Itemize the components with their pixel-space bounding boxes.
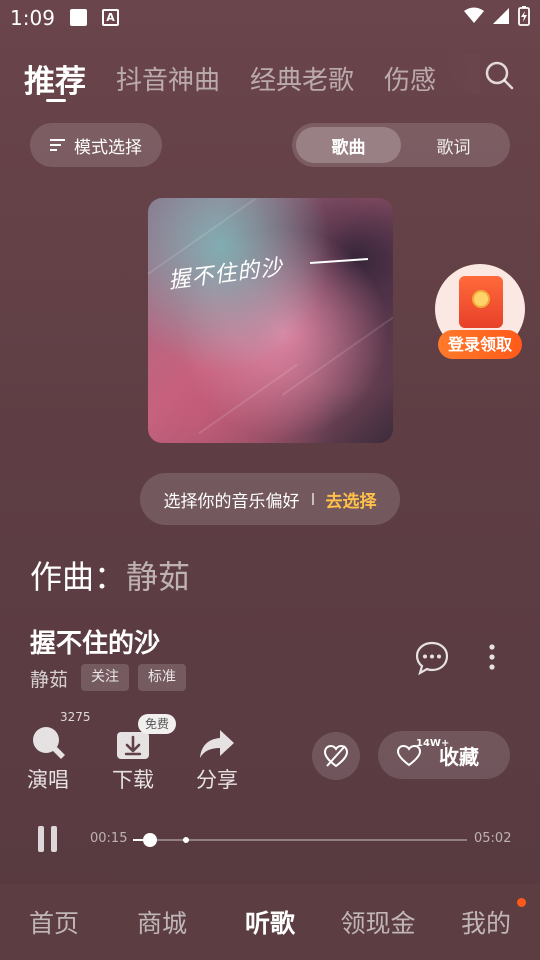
- search-icon[interactable]: [482, 58, 516, 92]
- composer-line: 作曲：静茹: [30, 552, 190, 598]
- composer-label: 作曲：: [30, 558, 127, 596]
- album-cover[interactable]: 握不住的沙: [148, 198, 393, 443]
- favorite-count: 14W+: [416, 738, 450, 749]
- nav-listen[interactable]: 听歌: [216, 904, 324, 940]
- toggle-lyrics[interactable]: 歌词: [401, 127, 506, 163]
- total-time: 05:02: [474, 831, 512, 846]
- song-title: 握不住的沙: [30, 629, 161, 659]
- comment-icon[interactable]: [414, 640, 450, 676]
- follow-tag[interactable]: 关注: [81, 664, 129, 691]
- tab-classic-oldies[interactable]: 经典老歌: [250, 60, 354, 97]
- more-vertical-icon[interactable]: [480, 642, 504, 674]
- dislike-button[interactable]: [312, 732, 360, 780]
- current-time: 00:15: [90, 831, 128, 846]
- quality-tag[interactable]: 标准: [138, 664, 186, 691]
- sing-label: 演唱: [27, 768, 69, 792]
- active-tab-indicator: [46, 99, 66, 102]
- status-time: 1:09: [10, 6, 55, 30]
- preference-link[interactable]: 去选择: [326, 487, 377, 512]
- nav-home-label: 首页: [28, 909, 79, 938]
- broken-heart-icon: [323, 744, 349, 768]
- cover-line: [310, 257, 368, 265]
- mode-select-button[interactable]: 模式选择: [30, 123, 162, 167]
- tab-sad[interactable]: 伤感: [384, 60, 436, 97]
- battery-charging-icon: [518, 6, 530, 26]
- sing-button[interactable]: 演唱: [13, 718, 83, 794]
- tab-douyin-hits[interactable]: 抖音神曲: [116, 60, 220, 97]
- nav-mine[interactable]: 我的: [432, 898, 540, 940]
- mode-select-label: 模式选择: [74, 137, 142, 158]
- status-icons: [464, 6, 530, 26]
- view-toggle: 歌曲 歌词: [292, 123, 510, 167]
- pause-bar: [38, 826, 44, 852]
- toggle-song[interactable]: 歌曲: [296, 127, 401, 163]
- song-artist[interactable]: 静茹: [30, 665, 68, 692]
- nav-cash-label: 领现金: [340, 909, 416, 938]
- nav-cash[interactable]: 领现金: [324, 904, 432, 940]
- pause-bar: [51, 826, 57, 852]
- red-packet-label[interactable]: 登录领取: [438, 330, 522, 359]
- cover-streak: [281, 302, 393, 396]
- nav-home[interactable]: 首页: [0, 904, 108, 940]
- nav-mall-label: 商城: [136, 909, 187, 938]
- filter-lines-icon: [50, 139, 65, 151]
- cover-streak: [198, 363, 298, 435]
- nav-mall[interactable]: 商城: [108, 904, 216, 940]
- microphone-icon: [33, 727, 65, 759]
- translate-icon: A: [102, 9, 119, 26]
- sing-count: 3275: [60, 710, 91, 724]
- progress-thumb[interactable]: [142, 833, 157, 847]
- download-label: 下载: [112, 768, 154, 792]
- wifi-icon: [464, 7, 484, 23]
- composer-name: 静茹: [126, 558, 191, 596]
- nav-listen-label: 听歌: [244, 909, 295, 938]
- preference-text: 选择你的音乐偏好: [163, 491, 300, 512]
- share-label: 分享: [196, 768, 238, 792]
- share-button[interactable]: 分享: [182, 718, 252, 794]
- cover-title-text: 握不住的沙: [167, 255, 285, 294]
- pause-button[interactable]: [38, 826, 62, 854]
- tabs-fade: [440, 54, 480, 94]
- music-preference-pill[interactable]: 选择你的音乐偏好 去选择: [140, 473, 400, 525]
- preference-divider: [311, 493, 314, 505]
- tab-recommend[interactable]: 推荐: [24, 56, 86, 101]
- favorite-button[interactable]: 14W+ 收藏: [378, 731, 510, 779]
- signal-icon: [493, 8, 509, 24]
- nav-mine-label: 我的: [460, 909, 511, 938]
- notification-dot: [517, 898, 526, 907]
- buffer-marker: [183, 837, 190, 843]
- coin-icon: [472, 290, 490, 308]
- free-badge: 免费: [138, 714, 177, 734]
- share-icon: [200, 730, 234, 758]
- bottom-nav: 首页 商城 听歌 领现金 我的: [0, 884, 540, 960]
- stop-icon: [70, 9, 87, 26]
